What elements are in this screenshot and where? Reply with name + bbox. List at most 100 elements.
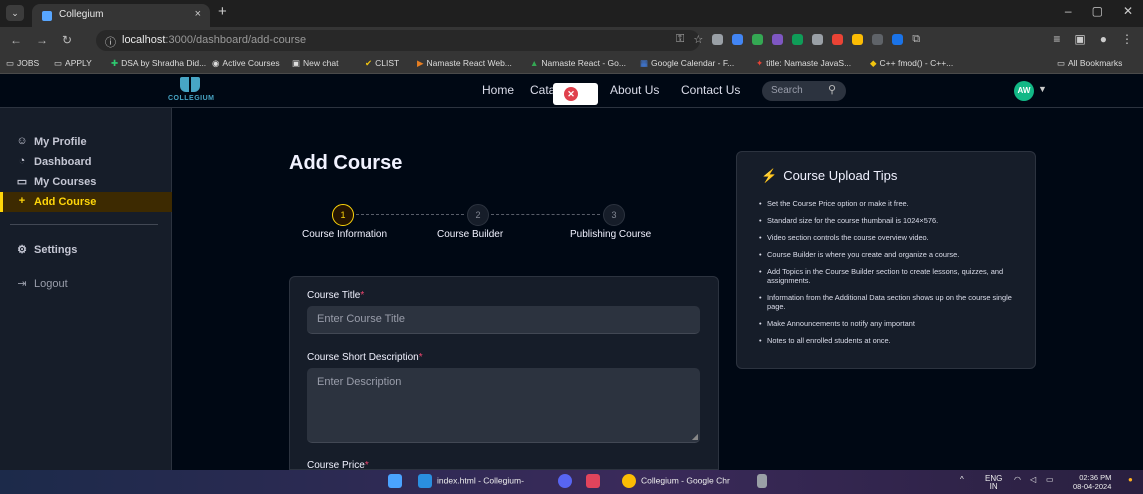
avatar[interactable]: AW [1014,81,1034,101]
extension-icon[interactable] [712,34,724,45]
browser-tab-bar: ⌄ Collegium × + – ▢ ✕ [0,0,1143,27]
sidebar-item-add-course[interactable]: + Add Course [0,192,172,212]
extension-icon[interactable] [732,34,744,45]
chat-icon: ▣ [292,58,301,68]
short-description-placeholder: Enter Description [317,376,402,388]
taskbar-clock[interactable]: 02:36 PM 08-04-2024 [1073,473,1111,491]
short-description-textarea[interactable]: Enter Description ◢ [307,368,700,443]
password-key-icon[interactable]: ⚿ [676,33,684,46]
extension-icons: ⚿ ☆ ⧉ [676,33,920,46]
navigation-buttons: ← → ↻ [10,33,72,47]
nav-home-link[interactable]: Home [482,83,514,97]
tip-item: Make Announcements to notify any importa… [759,319,1027,328]
restore-button[interactable]: ▢ [1092,4,1103,18]
battery-icon[interactable]: ▭ [1046,475,1054,484]
tray-chevron-icon[interactable]: ^ [960,475,964,484]
search-icon[interactable]: ⚲ [828,83,836,96]
bookmark-star-icon[interactable]: ☆ [693,33,703,46]
site-info-icon[interactable]: ⓘ [105,34,116,50]
extension-icon[interactable] [752,34,764,45]
tip-item: Course Builder is where you create and o… [759,250,1027,259]
url-bar[interactable]: ⓘ localhost:3000/dashboard/add-course [96,30,700,51]
user-icon: ☺ [16,135,28,147]
tip-item: Video section controls the course overvi… [759,233,1027,242]
resize-handle-icon[interactable]: ◢ [692,432,698,441]
forward-arrow-icon[interactable]: → [36,33,48,47]
collegium-logo[interactable]: COLLEGIUM [168,77,214,107]
windows-logo-icon [388,474,402,488]
bookmark-item[interactable]: ◆ C++ fmod() - C++... [870,58,953,69]
reading-list-icon[interactable]: ≡ [1053,32,1060,46]
all-bookmarks-folder[interactable]: ▭ All Bookmarks [1057,58,1122,69]
short-description-label: Course Short Description* [307,352,423,363]
back-arrow-icon[interactable]: ← [10,33,22,47]
folder-icon: ▭ [54,58,63,68]
extension-icon[interactable] [852,34,864,45]
nav-about-link[interactable]: About Us [610,83,659,97]
bookmark-item[interactable]: ✚ DSA by Shradha Did... [111,58,206,69]
notification-bell-icon[interactable]: ● [1128,475,1133,484]
language-indicator[interactable]: ENG IN [985,475,1002,491]
extension-icon[interactable] [792,34,804,45]
taskbar-vscode[interactable]: index.html - Collegium- [418,474,524,488]
search-placeholder: Search [771,85,803,96]
windows-start-button[interactable] [388,474,407,488]
plus-icon: ✚ [111,58,119,68]
taskbar-discord[interactable] [558,474,577,488]
tab-close-icon[interactable]: × [195,8,201,20]
extension-icon[interactable] [772,34,784,45]
book-logo-icon [180,77,200,92]
sidebar-item-my-profile[interactable]: ☺ My Profile [0,132,172,152]
kebab-menu-icon[interactable]: ⋮ [1121,32,1133,46]
vscode-icon [418,474,432,488]
step-2-circle: 2 [467,204,489,226]
chevron-down-icon[interactable]: ▼ [1038,84,1047,94]
search-bar[interactable]: Search ⚲ [762,81,846,101]
extension-icon[interactable] [812,34,824,45]
course-title-label: Course Title* [307,290,365,301]
bookmark-folder[interactable]: ▭ JOBS [6,58,39,69]
sidebar-item-label: Settings [34,244,78,256]
error-toast: ✕ [553,83,598,105]
side-panel-icon[interactable]: ▣ [1074,32,1085,46]
nav-contact-link[interactable]: Contact Us [681,83,740,97]
extension-icon[interactable] [832,34,844,45]
bookmark-item[interactable]: ◉ Active Courses [212,58,280,69]
volume-icon[interactable]: ◁ [1030,475,1036,484]
cpp-icon: ◆ [870,58,877,68]
wifi-icon[interactable]: ◠ [1014,475,1021,484]
step-3-label: Publishing Course [570,229,652,240]
sidebar-item-dashboard[interactable]: ◔ Dashboard [0,152,172,172]
taskbar-chrome[interactable]: Collegium - Google Chr [622,474,730,488]
sidebar-item-logout[interactable]: ⇥ Logout [0,274,172,294]
bookmark-item[interactable]: ▲ Namaste React - Go... [530,58,626,68]
browser-tab[interactable]: Collegium × [32,4,210,27]
bookmark-item[interactable]: ✔ CLIST [365,58,399,69]
close-window-button[interactable]: ✕ [1123,4,1133,18]
course-title-input[interactable]: Enter Course Title [307,306,700,334]
extension-icon[interactable] [872,34,884,45]
sidebar-item-settings[interactable]: ⚙ Settings [0,240,172,260]
new-tab-button[interactable]: + [218,3,227,20]
taskbar-app[interactable] [586,474,605,488]
bookmark-item[interactable]: ✦ title: Namaste JavaS... [756,58,851,69]
tab-search-icon[interactable]: ⌄ [6,5,24,21]
bookmark-item[interactable]: ▦ Google Calendar - F... [640,58,734,69]
profile-icon[interactable]: ● [1100,32,1107,46]
nav-catalog-link[interactable]: Cata [530,83,555,97]
bookmark-item[interactable]: ▶ Namaste React Web... [417,58,512,69]
bookmarks-bar: ▭ JOBS ▭ APPLY ✚ DSA by Shradha Did... ◉ Act… [0,54,1143,74]
logout-icon: ⇥ [17,278,27,290]
bookmark-item[interactable]: ▣ New chat [292,58,338,69]
url-text[interactable]: localhost:3000/dashboard/add-course [122,34,306,46]
taskbar-file[interactable] [757,474,772,488]
dashboard-sidebar: ☺ My Profile ◔ Dashboard ▭ My Courses + … [0,108,172,470]
sidebar-item-my-courses[interactable]: ▭ My Courses [0,172,172,192]
puzzle-extensions-icon[interactable]: ⧉ [912,33,920,46]
reload-icon[interactable]: ↻ [62,33,72,47]
bookmark-folder[interactable]: ▭ APPLY [54,58,92,69]
extension-icon[interactable] [892,34,904,45]
minimize-button[interactable]: – [1065,4,1072,18]
gear-icon: ⚙ [17,244,27,256]
course-upload-tips-panel: ⚡Course Upload Tips Set the Course Price… [736,151,1036,369]
